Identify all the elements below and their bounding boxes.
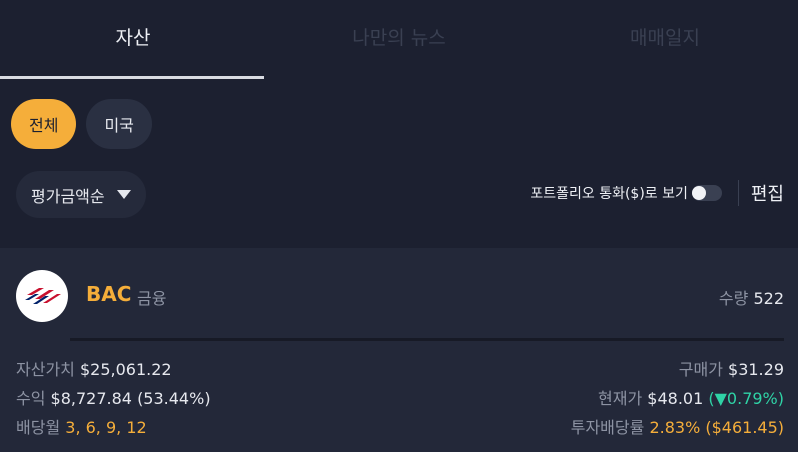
active-tab-indicator [0, 76, 264, 79]
profit-value: $8,727.84 (53.44%) [50, 389, 211, 408]
purchase-price-row: 구매가 $31.29 [679, 356, 784, 380]
edit-button[interactable]: 편집 [751, 180, 784, 206]
toggle-knob [691, 186, 706, 200]
triangle-down-icon: ▼ [714, 389, 727, 408]
filter-us-chip[interactable]: 미국 [86, 99, 152, 149]
asset-value-label: 자산가치 [16, 360, 75, 379]
market-filter-group: 전체 미국 [11, 99, 152, 149]
current-price-row: 현재가 $48.01 (▼0.79%) [598, 385, 784, 409]
price-change: (▼0.79%) [708, 389, 784, 408]
tab-my-news[interactable]: 나만의 뉴스 [266, 0, 532, 72]
dividend-yield: 2.83% ($461.45) [649, 418, 784, 437]
dividend-month-label: 배당월 [16, 418, 61, 437]
quantity-value: 522 [753, 289, 784, 308]
card-divider [70, 338, 784, 341]
portfolio-currency-row: 포트폴리오 통화($)로 보기 편집 [530, 176, 784, 210]
purchase-price-label: 구매가 [678, 360, 723, 379]
dividend-month-row: 배당월 3, 6, 9, 12 [16, 414, 147, 438]
filter-all-chip[interactable]: 전체 [11, 99, 77, 149]
sector-label: 금융 [137, 289, 167, 308]
profit-label: 수익 [16, 389, 46, 408]
bank-of-america-logo-icon [16, 270, 68, 322]
asset-value: $25,061.22 [79, 360, 172, 379]
portfolio-currency-label: 포트폴리오 통화($)로 보기 [530, 186, 688, 202]
sort-dropdown[interactable]: 평가금액순 [16, 171, 146, 218]
dividend-yield-row: 투자배당률 2.83% ($461.45) [571, 414, 784, 438]
current-price-label: 현재가 [598, 389, 643, 408]
tab-assets[interactable]: 자산 [0, 0, 266, 72]
ticker-symbol: BAC [86, 282, 132, 306]
current-price: $48.01 [647, 389, 704, 408]
dividend-months: 3, 6, 9, 12 [65, 418, 147, 437]
profit-row: 수익 $8,727.84 (53.44%) [16, 385, 211, 409]
dividend-yield-label: 투자배당률 [570, 418, 645, 437]
quantity: 수량 522 [719, 285, 784, 309]
change-close-paren: ) [777, 389, 784, 408]
change-percent: 0.79% [726, 389, 778, 408]
purchase-price: $31.29 [728, 360, 784, 379]
sort-label: 평가금액순 [31, 186, 105, 206]
vertical-divider [737, 180, 739, 206]
caret-down-icon [116, 190, 131, 199]
portfolio-currency-toggle[interactable] [691, 185, 722, 201]
asset-value-row: 자산가치 $25,061.22 [16, 356, 172, 380]
tab-trade-journal[interactable]: 매매일지 [532, 0, 798, 72]
holding-card[interactable]: BAC 금융 수량 522 자산가치 $25,061.22 수익 $8,727.… [0, 248, 798, 452]
top-tab-bar: 자산 나만의 뉴스 매매일지 [0, 0, 798, 80]
quantity-label: 수량 [718, 289, 749, 308]
